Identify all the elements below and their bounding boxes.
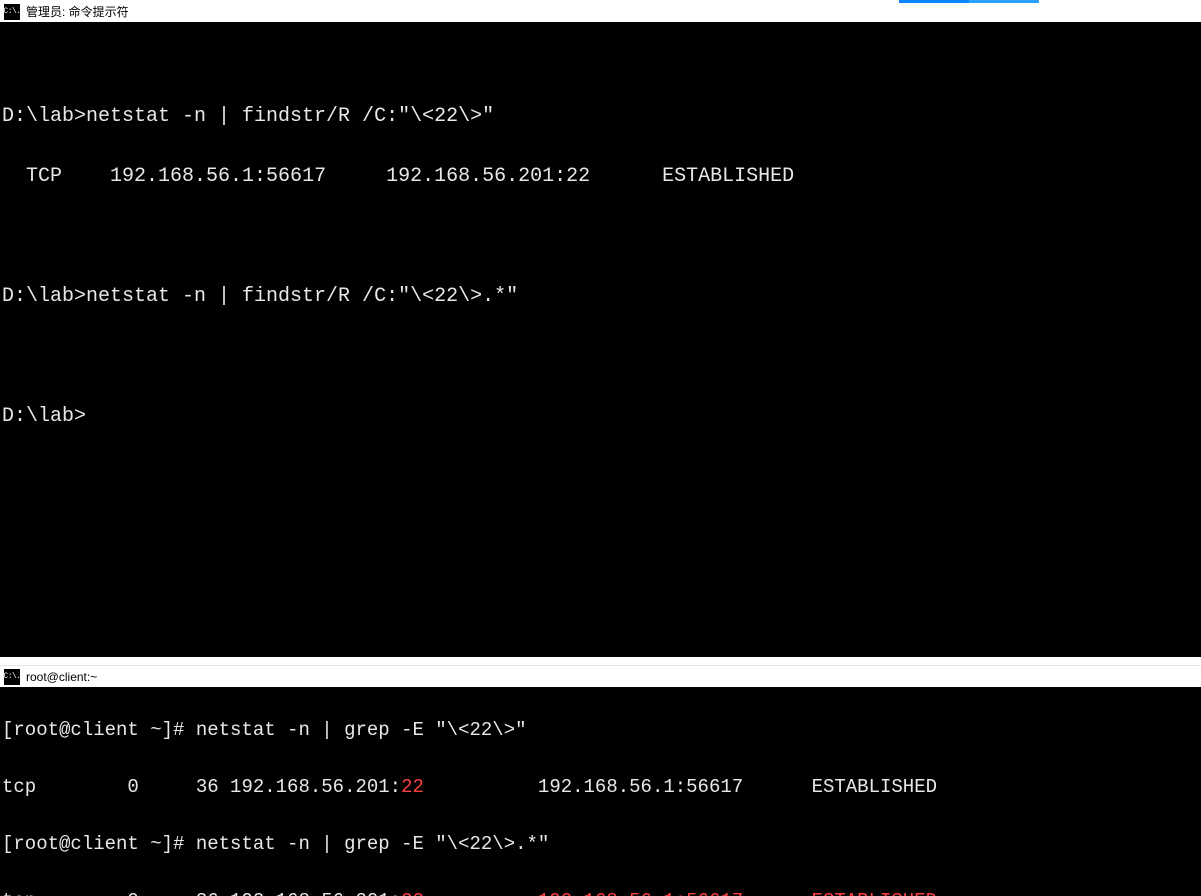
terminal-cmd[interactable]: D:\lab>netstat -n | findstr/R /C:"\<22\>… xyxy=(0,22,1201,657)
ssh-prompt: [root@client ~]# xyxy=(2,833,196,855)
cmd-command: netstat -n | findstr/R /C:"\<22\>.*" xyxy=(86,285,518,308)
titlebar-ssh-title: root@client:~ xyxy=(26,670,97,684)
window-cmd: C:\. 管理员: 命令提示符 D:\lab>netstat -n | find… xyxy=(0,0,1201,657)
grep-match-port: 22 xyxy=(401,890,424,896)
cmd-prompt: D:\lab> xyxy=(2,285,86,308)
netstat-local-ip: 192.168.56.201: xyxy=(230,890,401,896)
cmd-command: netstat -n | findstr/R /C:"\<22\>" xyxy=(86,105,494,128)
ssh-line-1: [root@client ~]# netstat -n | grep -E "\… xyxy=(2,716,1199,745)
cmd-blank-2 xyxy=(2,342,1199,372)
netstat-proto: TCP xyxy=(2,165,110,188)
netstat-remote: 192.168.56.201:22 xyxy=(386,165,662,188)
cmd-blank-1 xyxy=(2,222,1199,252)
netstat-local: 192.168.56.1:56617 xyxy=(110,165,386,188)
titlebar-ssh[interactable]: C:\. root@client:~ xyxy=(0,665,1201,687)
netstat-proto: tcp 0 36 xyxy=(2,890,230,896)
titlebar-cmd[interactable]: C:\. 管理员: 命令提示符 xyxy=(0,0,1201,22)
grep-match-remote: 192.168.56.1:56617 xyxy=(538,890,812,896)
terminal-ssh[interactable]: [root@client ~]# netstat -n | grep -E "\… xyxy=(0,687,1201,896)
netstat-remote: 192.168.56.1:56617 xyxy=(538,776,812,798)
cmd-icon: C:\. xyxy=(4,4,20,20)
netstat-state: ESTABLISHED xyxy=(662,165,794,188)
cmd-line-2: D:\lab>netstat -n | findstr/R /C:"\<22\>… xyxy=(2,282,1199,312)
accent-stripe-2 xyxy=(969,0,1039,3)
netstat-state: ESTABLISHED xyxy=(812,776,937,798)
top-accent-bar xyxy=(0,0,1201,3)
ssh-prompt: [root@client ~]# xyxy=(2,719,196,741)
window-ssh: C:\. root@client:~ [root@client ~]# nets… xyxy=(0,665,1201,896)
netstat-gap xyxy=(424,890,538,896)
ssh-line-2: [root@client ~]# netstat -n | grep -E "\… xyxy=(2,830,1199,859)
cmd-prompt: D:\lab> xyxy=(2,105,86,128)
netstat-local-ip: 192.168.56.201: xyxy=(230,776,401,798)
ssh-output-2: tcp 0 36 192.168.56.201:22 192.168.56.1:… xyxy=(2,887,1199,896)
cmd-output-1: TCP 192.168.56.1:56617 192.168.56.201:22… xyxy=(2,162,1199,192)
titlebar-cmd-title: 管理员: 命令提示符 xyxy=(26,3,129,20)
cmd-line-3: D:\lab> xyxy=(2,402,1199,432)
accent-stripe-1 xyxy=(899,0,969,3)
grep-match-port: 22 xyxy=(401,776,424,798)
netstat-proto: tcp 0 36 xyxy=(2,776,230,798)
ssh-command: netstat -n | grep -E "\<22\>" xyxy=(196,719,527,741)
ssh-command: netstat -n | grep -E "\<22\>.*" xyxy=(196,833,549,855)
grep-match-state: ESTABLISHED xyxy=(812,890,937,896)
ssh-icon: C:\. xyxy=(4,669,20,685)
cmd-prompt: D:\lab> xyxy=(2,405,86,428)
netstat-gap xyxy=(424,776,538,798)
window-gap xyxy=(0,657,1201,665)
ssh-output-1: tcp 0 36 192.168.56.201:22 192.168.56.1:… xyxy=(2,773,1199,802)
cmd-line-1: D:\lab>netstat -n | findstr/R /C:"\<22\>… xyxy=(2,102,1199,132)
